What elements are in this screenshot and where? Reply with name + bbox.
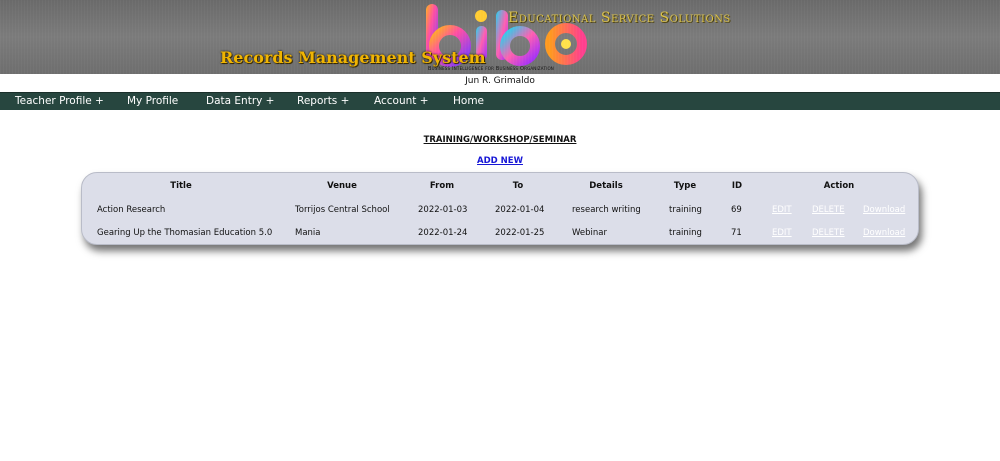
column-header-action: Action: [823, 181, 855, 191]
nav-reports[interactable]: Reports +: [297, 95, 349, 109]
cell-title: Gearing Up the Thomasian Education 5.0: [97, 228, 273, 238]
cell-type: training: [669, 228, 702, 238]
column-header-to: To: [512, 181, 524, 191]
nav-account[interactable]: Account +: [374, 95, 429, 109]
brand-subtitle: Business Intelligence for Business Organ…: [428, 66, 555, 72]
column-header-type: Type: [673, 181, 697, 191]
cell-type: training: [669, 205, 702, 215]
header-banner: Educational Service Solutions Records Ma…: [0, 0, 1000, 74]
column-header-title: Title: [170, 181, 192, 191]
bibo-logo: [426, 4, 587, 67]
cell-title: Action Research: [97, 205, 166, 215]
delete-link[interactable]: DELETE: [812, 228, 845, 238]
add-new-link[interactable]: ADD NEW: [0, 156, 1000, 166]
cell-id: 71: [731, 228, 742, 238]
system-title: Records Management System: [220, 48, 486, 67]
logged-in-user: Jun R. Grimaldo: [465, 76, 535, 86]
download-link[interactable]: Download: [863, 205, 905, 215]
cell-to: 2022-01-25: [495, 228, 545, 238]
nav-home[interactable]: Home: [453, 95, 484, 109]
brand-tagline: Educational Service Solutions: [508, 10, 731, 26]
column-header-details: Details: [589, 181, 623, 191]
cell-from: 2022-01-03: [418, 205, 468, 215]
cell-details: research writing: [572, 205, 641, 215]
cell-venue: Torrijos Central School: [295, 205, 390, 215]
edit-link[interactable]: EDIT: [772, 205, 792, 215]
records-table: Title Venue From To Details Type ID Acti…: [81, 172, 919, 245]
main-nav: Teacher Profile + My Profile Data Entry …: [0, 92, 1000, 110]
cell-details: Webinar: [572, 228, 607, 238]
column-header-from: From: [429, 181, 455, 191]
nav-data-entry[interactable]: Data Entry +: [206, 95, 274, 109]
cell-to: 2022-01-04: [495, 205, 545, 215]
download-link[interactable]: Download: [863, 228, 905, 238]
column-header-id: ID: [731, 181, 743, 191]
nav-my-profile[interactable]: My Profile: [127, 95, 178, 109]
delete-link[interactable]: DELETE: [812, 205, 845, 215]
cell-from: 2022-01-24: [418, 228, 468, 238]
column-header-venue: Venue: [327, 181, 357, 191]
cell-venue: Mania: [295, 228, 321, 238]
page-title: TRAINING/WORKSHOP/SEMINAR: [423, 135, 577, 145]
nav-teacher-profile[interactable]: Teacher Profile +: [15, 95, 104, 109]
edit-link[interactable]: EDIT: [772, 228, 792, 238]
cell-id: 69: [731, 205, 742, 215]
